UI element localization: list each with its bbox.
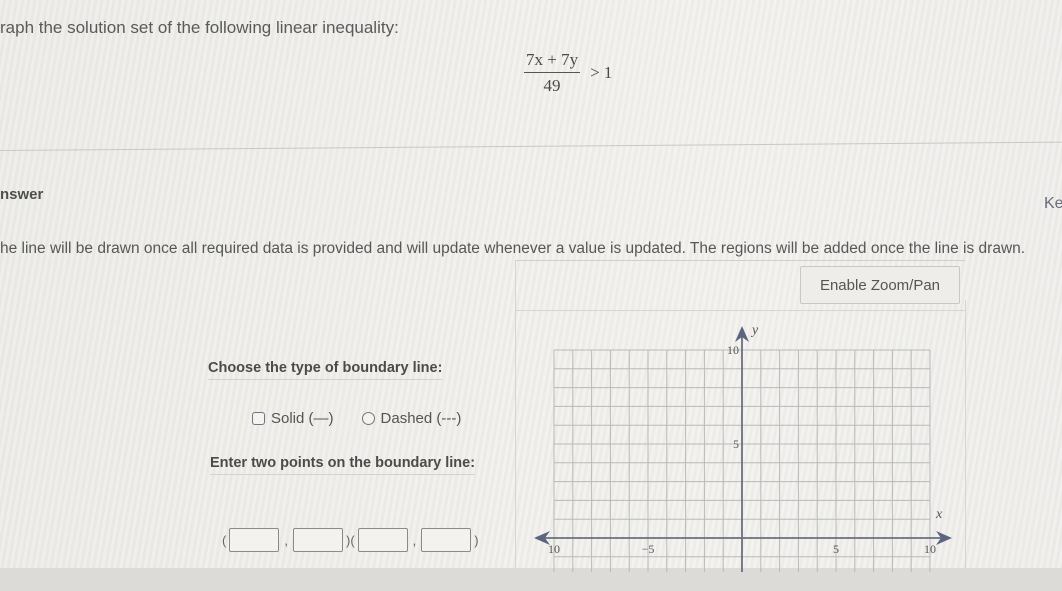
open-paren: ( — [350, 532, 355, 548]
inequality-relation: > 1 — [590, 63, 613, 82]
point2-x-input[interactable] — [357, 528, 408, 552]
tick-labels: x y 10 −5 5 10 10 5 — [548, 323, 943, 556]
radio-button-dashed[interactable] — [361, 412, 375, 425]
x-axis-label: x — [935, 507, 943, 522]
boundary-type-title: Choose the type of boundary line: — [208, 360, 443, 380]
coordinate-graph[interactable]: x y 10 −5 5 10 10 5 — [520, 312, 965, 572]
radio-dashed[interactable]: Dashed (---) — [361, 410, 462, 427]
inequality-equation: 7x + 7y 49 > 1 — [524, 50, 612, 96]
panel-border — [965, 300, 966, 570]
panel-border — [515, 310, 965, 311]
graph-instructions: he line will be drawn once all required … — [0, 240, 1026, 257]
radio-solid-label: Solid (—) — [271, 410, 334, 427]
keypad-link[interactable]: Ke — [1044, 195, 1062, 213]
radio-dashed-label: Dashed (---) — [380, 410, 462, 427]
open-paren: ( — [222, 532, 227, 548]
y-axis-label: y — [750, 323, 759, 338]
x-tick-label: −5 — [642, 542, 655, 556]
x-tick-label: 10 — [548, 542, 560, 556]
point2-y-input[interactable] — [421, 528, 472, 552]
point1-y-input[interactable] — [292, 528, 343, 552]
radio-solid[interactable]: Solid (—) — [252, 410, 334, 427]
x-tick-label: 5 — [833, 542, 839, 556]
axes — [534, 326, 952, 572]
comma: , — [412, 532, 417, 548]
comma: , — [284, 532, 288, 548]
fraction: 7x + 7y 49 — [524, 50, 581, 96]
close-paren: ) — [474, 532, 479, 548]
y-tick-label: 10 — [727, 343, 739, 357]
boundary-points-title: Enter two points on the boundary line: — [210, 455, 476, 475]
point1-x-input[interactable] — [229, 528, 280, 552]
fraction-numerator: 7x + 7y — [524, 50, 581, 73]
question-prompt: raph the solution set of the following l… — [0, 18, 399, 37]
boundary-points-inputs: ( , ) ( , ) — [222, 528, 479, 552]
x-tick-label: 10 — [924, 542, 936, 556]
panel-border — [515, 260, 516, 570]
fraction-denominator: 49 — [543, 76, 561, 95]
panel-border — [515, 260, 965, 261]
y-tick-label: 5 — [733, 437, 739, 451]
enable-zoom-pan-button[interactable]: Enable Zoom/Pan — [800, 266, 960, 304]
boundary-type-radio-group: Solid (—) Dashed (---) — [252, 410, 489, 427]
radio-button-solid[interactable] — [252, 412, 265, 425]
answer-heading: nswer — [0, 186, 44, 203]
